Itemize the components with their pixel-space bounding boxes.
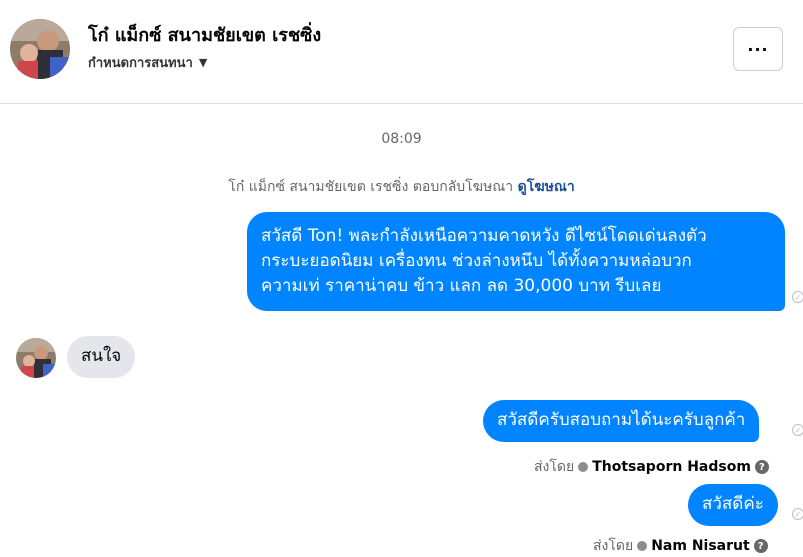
ad-reply-text: โก๋ แม็กซ์ สนามชัยเขต เรชซิ่ง ตอบกลับโฆษ… [228,179,514,195]
outgoing-message-bubble[interactable]: สวัสดีครับสอบถามได้นะครับลูกค้า [483,400,760,442]
sent-check-icon: ✓ [792,424,803,436]
sent-by-name[interactable]: Thotsaporn Hadsom [592,459,751,475]
sent-by-name[interactable]: Nam Nisarut [651,538,750,554]
outgoing-message-bubble[interactable]: สวัสดี Ton! พละกำลังเหนือความคาดหวัง ดีไ… [247,212,785,311]
ad-reply-notice: โก๋ แม็กซ์ สนามชัยเขต เรชซิ่ง ตอบกลับโฆษ… [0,176,803,198]
sent-by-label: ส่งโดย [534,459,575,475]
sent-by-line: ส่งโดย Nam Nisarut ? [593,535,768,557]
conversation-header: โก๋ แม็กซ์ สนามชัยเขต เรชซิ่ง กำหนดการสน… [0,0,803,104]
message-line: สวัสดี Ton! พละกำลังเหนือความคาดหวัง ดีไ… [261,226,707,246]
sender-avatar[interactable] [16,338,56,378]
message-text: สวัสดีครับสอบถามได้นะครับลูกค้า [497,410,746,430]
sent-check-icon: ✓ [792,508,803,520]
view-ad-link[interactable]: ดูโฆษณา [518,179,575,195]
outgoing-message-bubble[interactable]: สวัสดีค่ะ [688,484,778,526]
contact-name[interactable]: โก๋ แม็กซ์ สนามชัยเขต เรชซิ่ง [88,20,321,49]
message-text: สนใจ [81,346,122,366]
info-icon[interactable]: ? [753,539,768,553]
caret-down-icon: ▼ [198,56,208,69]
conversation-settings-label: กำหนดการสนทนา [88,56,193,71]
message-line: กระบะยอดนิยม เครื่องทน ช่วงล่างหนึบ ได้ท… [261,251,692,271]
message-text: สวัสดีค่ะ [702,494,764,514]
sent-by-line: ส่งโดย Thotsaporn Hadsom ? [534,456,769,478]
more-options-icon: ··· [747,39,769,59]
more-options-button[interactable]: ··· [733,27,783,71]
message-line: ความเท่ ราคาน่าคบ ข้าว แลก ลด 30,000 บาท… [261,276,662,296]
info-icon[interactable]: ? [754,460,769,474]
header-avatar[interactable] [10,19,70,79]
message-timestamp: 08:09 [381,131,422,147]
agent-dot-icon [637,541,648,551]
incoming-message-bubble[interactable]: สนใจ [67,336,136,378]
agent-dot-icon [578,462,589,472]
conversation-settings[interactable]: กำหนดการสนทนา ▼ [88,52,207,73]
sent-by-label: ส่งโดย [593,538,634,554]
sent-check-icon: ✓ [792,291,803,303]
